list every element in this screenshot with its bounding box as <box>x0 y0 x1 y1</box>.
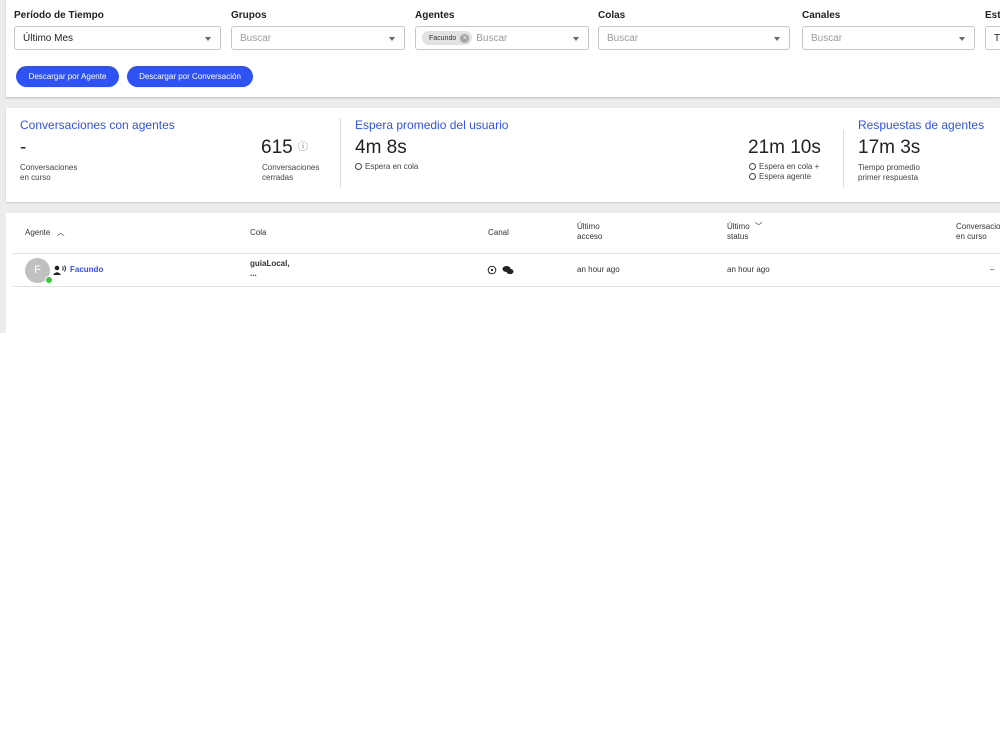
last-access-cell: an hour ago <box>577 265 620 274</box>
label-line: Conversaciones <box>20 163 78 172</box>
responses-label: Tiempo promedio primer respuesta <box>858 163 920 183</box>
chevron-down-icon <box>389 37 395 41</box>
select-value: Último Mes <box>23 32 74 44</box>
chat-bubbles-icon <box>502 266 514 275</box>
chevron-down-icon <box>959 37 965 41</box>
label-line: Espera en cola + <box>749 162 819 172</box>
row-divider <box>13 286 1000 287</box>
canales-select[interactable]: Buscar <box>802 26 975 50</box>
filter-colas: Colas Buscar <box>598 9 790 50</box>
filter-periodo: Período de Tiempo Último Mes <box>14 9 221 50</box>
header-line: en curso <box>956 232 987 241</box>
filter-label: Canales <box>802 10 841 21</box>
chevron-down-icon: ﹀ <box>754 222 763 231</box>
queue-wait-label: Espera en cola <box>355 162 418 172</box>
chevron-up-icon: ︿ <box>56 228 65 237</box>
filter-canales: Canales Buscar <box>802 9 975 50</box>
wait-title: Espera promedio del usuario <box>355 118 509 132</box>
label-line: primer respuesta <box>858 173 919 182</box>
header-line: Último <box>577 222 600 231</box>
responses-value: 17m 3s <box>858 137 921 158</box>
label-text: Espera agente <box>759 172 812 181</box>
filter-label: Agentes <box>415 10 455 21</box>
header-conversaciones[interactable]: Conversacio en curso <box>956 222 1000 242</box>
download-by-conversation-button[interactable]: Descargar por Conversación <box>127 66 253 87</box>
header-divider <box>13 253 1000 254</box>
filter-agentes: Agentes Facundo × Buscar <box>415 9 589 50</box>
header-agente[interactable]: Agente ︿ <box>25 228 65 238</box>
cell-line: ... <box>250 269 257 278</box>
whatsapp-icon <box>487 265 497 275</box>
periodo-select[interactable]: Último Mes <box>14 26 221 50</box>
online-status-dot <box>45 276 53 284</box>
queue-cell: guiaLocal, ... <box>250 259 290 279</box>
header-cola[interactable]: Cola <box>250 228 266 238</box>
header-canal[interactable]: Canal <box>488 228 509 238</box>
total-wait-value: 21m 10s <box>748 137 821 158</box>
stats-divider <box>843 130 844 187</box>
clock-icon <box>749 173 756 180</box>
in-progress-value: - <box>20 137 27 158</box>
colas-select[interactable]: Buscar <box>598 26 790 50</box>
filter-grupos: Grupos Buscar <box>231 9 405 50</box>
stats-divider <box>340 118 341 187</box>
responses-title: Respuestas de agentes <box>858 118 985 132</box>
download-by-agent-button[interactable]: Descargar por Agente <box>16 66 119 87</box>
last-status-cell: an hour ago <box>727 265 770 274</box>
info-icon[interactable]: ⓘ <box>298 142 308 153</box>
in-progress-label: Conversaciones en curso <box>20 163 77 183</box>
in-progress-cell: – <box>990 265 995 274</box>
chip-label: Facundo <box>429 34 457 42</box>
header-line: acceso <box>577 232 603 241</box>
label-line: Conversaciones <box>262 163 320 172</box>
header-text: Último <box>727 222 750 231</box>
header-line: Último ﹀ <box>727 222 763 232</box>
agents-table: Agente ︿ Cola Canal Último acceso Último… <box>6 213 1000 333</box>
label-line: Espera agente <box>749 172 819 182</box>
agent-voice-icon <box>53 265 66 275</box>
select-placeholder: Buscar <box>607 32 639 44</box>
select-placeholder: Buscar <box>240 32 272 44</box>
header-line: status <box>727 232 749 241</box>
header-ultimo-acceso[interactable]: Último acceso <box>577 222 602 242</box>
cell-line: guiaLocal, <box>250 259 290 268</box>
label-line: Tiempo promedio <box>858 163 920 172</box>
clock-icon <box>749 163 756 170</box>
chevron-down-icon <box>573 37 579 41</box>
agent-name-link[interactable]: Facundo <box>70 265 103 275</box>
label-text: Espera en cola + <box>759 162 820 171</box>
estado-select[interactable]: T <box>985 26 1000 50</box>
filter-label: Colas <box>598 10 626 21</box>
select-placeholder: Buscar <box>811 32 843 44</box>
header-line: Conversacio <box>956 222 1000 231</box>
queue-wait-value: 4m 8s <box>355 137 407 158</box>
closed-value-wrap: 615 ⓘ <box>261 137 308 159</box>
filter-panel: Período de Tiempo Último Mes Grupos Busc… <box>6 0 1000 97</box>
filter-label: Período de Tiempo <box>14 10 104 21</box>
filter-label: Grupos <box>231 10 267 21</box>
select-value: T <box>994 32 1000 44</box>
closed-label: Conversaciones cerradas <box>262 163 319 183</box>
chevron-down-icon <box>774 37 780 41</box>
agent-chip[interactable]: Facundo × <box>422 31 473 45</box>
label-line: cerradas <box>262 173 294 182</box>
closed-value: 615 <box>261 137 293 158</box>
header-ultimo-status[interactable]: Último ﹀ status <box>727 222 763 242</box>
clock-icon <box>355 163 362 170</box>
stats-panel: Conversaciones con agentes - Conversacio… <box>6 108 1000 202</box>
chevron-down-icon <box>205 37 211 41</box>
label-line: en curso <box>20 173 51 182</box>
close-icon[interactable]: × <box>460 33 470 43</box>
grupos-select[interactable]: Buscar <box>231 26 405 50</box>
conversations-title: Conversaciones con agentes <box>20 118 175 132</box>
header-label: Agente <box>25 228 51 237</box>
total-wait-label: Espera en cola + Espera agente <box>749 162 819 182</box>
agentes-select[interactable]: Facundo × Buscar <box>415 26 589 50</box>
label-text: Espera en cola <box>365 162 419 171</box>
filter-estado: Est T <box>985 9 1000 50</box>
filter-label: Est <box>985 10 1000 21</box>
select-placeholder: Buscar <box>476 32 508 44</box>
